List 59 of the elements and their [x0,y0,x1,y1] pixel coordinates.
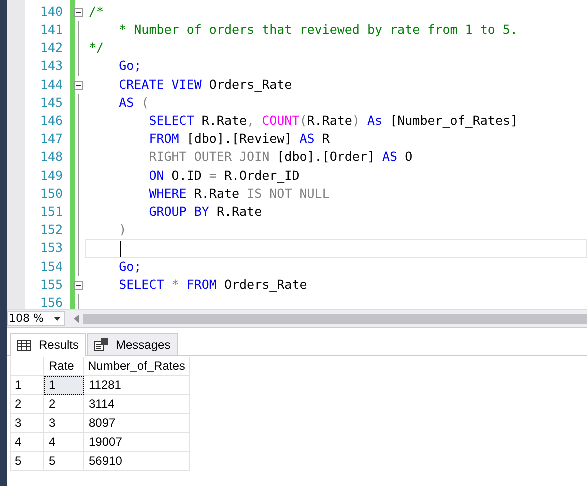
code-line: /* [89,2,104,21]
column-header[interactable]: Number_of_Rates [84,357,190,376]
line-number: 143 [39,57,63,76]
code-line: * Number of orders that reviewed by rate from 1 to 5. [118,21,518,40]
row-number[interactable]: 2 [10,394,44,414]
collapse-icon[interactable] [74,80,83,90]
table-cell[interactable]: 3114 [84,394,190,414]
table-cell[interactable]: 2 [44,394,84,414]
line-number: 152 [39,221,63,240]
scrollbar-thumb[interactable] [83,314,587,324]
row-number[interactable]: 3 [10,414,44,432]
line-number: 149 [39,166,63,185]
line-number: 140 [39,2,63,21]
results-tab[interactable]: Results [10,333,86,356]
table-cell[interactable]: 4 [44,432,84,452]
code-line: WHERE R.Rate IS NOT NULL [148,184,330,203]
line-number: 145 [39,94,63,112]
line-number: 142 [39,39,63,58]
code-line: CREATE VIEW Orders_Rate [118,76,292,94]
code-line: Go; [118,258,142,276]
code-line: ) [118,221,127,240]
line-number: 156 [39,294,63,309]
line-number: 147 [39,130,63,148]
line-number: 141 [39,21,63,40]
code-line: FROM [dbo].[Review] AS R [148,130,330,148]
table-cell[interactable]: 5 [44,452,84,470]
caret-icon [54,316,61,320]
collapse-icon[interactable] [74,280,83,290]
line-number: 153 [39,239,63,258]
line-number: 155 [39,276,63,294]
table-cell[interactable]: 8097 [84,414,190,432]
table-cell[interactable]: 11281 [84,376,190,394]
row-number[interactable]: 4 [10,432,44,452]
document-icon [94,338,108,351]
results-tab[interactable]: Messages [87,333,178,355]
table-cell[interactable]: 56910 [84,452,190,470]
line-number: 146 [39,112,63,130]
line-number: 151 [39,202,63,221]
table-cell[interactable]: 3 [44,414,84,432]
line-number: 144 [39,76,63,94]
code-line: ON O.ID = R.Order_ID [148,166,300,185]
code-line: RIGHT OUTER JOIN [dbo].[Order] AS O [148,148,413,166]
line-number: 150 [39,184,63,203]
code-line: SELECT * FROM Orders_Rate [118,276,308,294]
table-cell[interactable]: 1 [44,376,84,394]
code-line: SELECT R.Rate, COUNT(R.Rate) As [Number_of_Rates] [148,112,518,130]
grid-icon [17,340,31,350]
code-line: GROUP BY R.Rate [148,202,262,221]
line-number: 154 [39,258,63,276]
row-number[interactable]: 5 [10,452,44,470]
code-line: AS ( [118,94,150,112]
code-line: */ [89,39,104,58]
zoom-dropdown[interactable]: 108 % [7,311,65,326]
text-cursor [120,240,121,257]
collapse-icon[interactable] [74,8,83,17]
scroll-left-icon[interactable] [74,314,79,322]
code-line: Go; [118,57,142,76]
line-number: 148 [39,148,63,166]
table-cell[interactable]: 19007 [84,432,190,452]
